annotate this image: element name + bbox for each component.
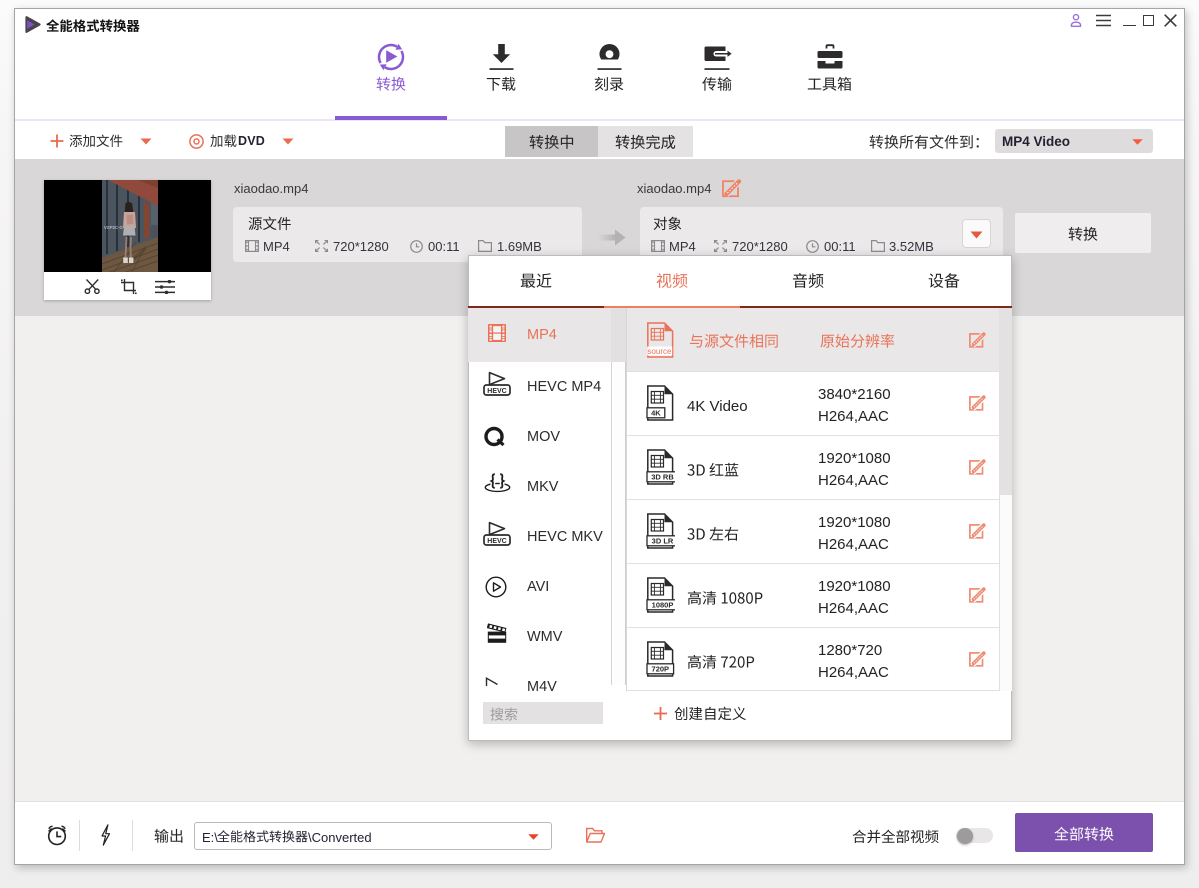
svg-text:VSP2C-G: VSP2C-G bbox=[104, 225, 124, 230]
svg-text:source: source bbox=[647, 347, 672, 356]
svg-text:3D LR: 3D LR bbox=[652, 537, 674, 546]
svg-text:3D RB: 3D RB bbox=[651, 473, 674, 482]
svg-text:720P: 720P bbox=[652, 665, 670, 674]
svg-text:HEVC: HEVC bbox=[487, 538, 506, 545]
svg-text:4K: 4K bbox=[651, 409, 661, 418]
svg-text:1080P: 1080P bbox=[652, 601, 674, 610]
svg-text:HEVC: HEVC bbox=[487, 388, 506, 395]
